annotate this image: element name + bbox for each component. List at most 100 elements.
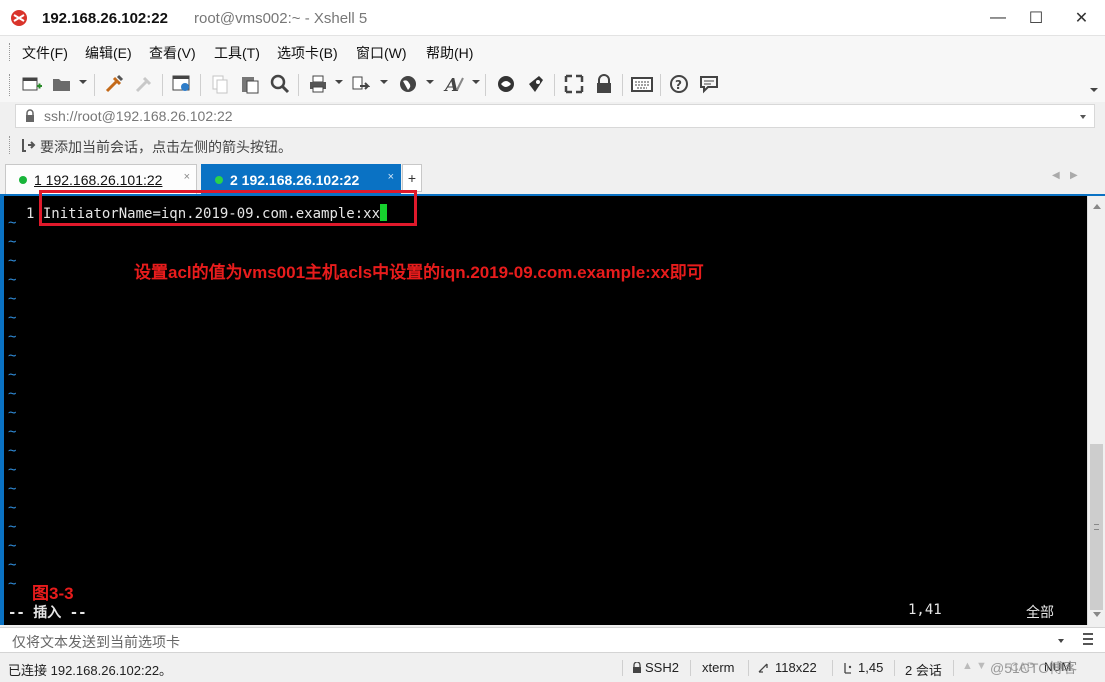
connected-status-icon [19,176,27,184]
address-dropdown-icon[interactable] [1080,115,1086,119]
toolbar: A ? [0,66,1105,102]
scrollbar-thumb[interactable] [1090,444,1103,610]
font-dropdown-icon[interactable] [472,80,480,84]
toolbar-overflow-icon[interactable] [1090,88,1098,92]
menu-grip[interactable] [9,43,11,61]
xftp-icon[interactable] [494,72,518,96]
compose-dropdown-icon[interactable] [1058,639,1064,643]
status-separator [748,660,749,676]
xshell-logo-icon [11,10,27,26]
scrollbar-grip [1094,524,1099,530]
menu-edit[interactable]: 编辑(E) [85,43,132,63]
empty-line-markers: ~ ~ ~ ~ ~ ~ ~ ~ ~ ~ ~ ~ ~ ~ ~ ~ ~ ~ ~ ~ [8,214,16,594]
copy-icon[interactable] [208,72,232,96]
maximize-button[interactable]: ☐ [1018,0,1054,36]
session-hint-bar: 要添加当前会话，点击左侧的箭头按钮。 [0,130,1105,160]
empty-line-marker: ~ [8,500,17,516]
transfer-icon[interactable] [348,72,372,96]
tab-close-icon[interactable]: × [388,171,394,183]
open-folder-icon[interactable] [50,72,74,96]
menu-tools[interactable]: 工具(T) [214,43,260,63]
properties-icon[interactable] [170,72,194,96]
status-separator [832,660,833,676]
font-icon[interactable]: A [442,72,466,96]
empty-line-marker: ~ [8,348,17,364]
scroll-down-arrow-icon[interactable]: ▼ [976,660,987,672]
toolbar-separator [554,74,555,96]
empty-line-marker: ~ [8,519,17,535]
new-tab-button[interactable]: + [402,164,422,192]
window-title-rest: root@vms002:~ - Xshell 5 [194,10,368,27]
terminal-type-status: xterm [702,660,735,675]
find-icon[interactable] [268,72,292,96]
tab-close-icon[interactable]: × [184,171,190,183]
fullscreen-icon[interactable] [562,72,586,96]
compose-input[interactable]: 仅将文本发送到当前选项卡 [12,632,180,652]
paste-icon[interactable] [238,72,262,96]
toolbar-grip[interactable] [9,74,11,96]
status-separator [690,660,691,676]
compose-menu-icon[interactable] [1083,633,1093,645]
reconnect-icon[interactable] [102,72,126,96]
print-icon[interactable] [306,72,330,96]
svg-text:A: A [443,75,459,94]
menu-tabs[interactable]: 选项卡(B) [277,43,338,63]
lock-icon[interactable] [592,72,616,96]
open-dropdown-icon[interactable] [79,80,87,84]
empty-line-marker: ~ [8,557,17,573]
menu-file[interactable]: 文件(F) [22,43,68,63]
xmanager-icon[interactable] [524,72,548,96]
hint-text: 要添加当前会话，点击左侧的箭头按钮。 [40,139,292,155]
globe-dropdown-icon[interactable] [426,80,434,84]
empty-line-marker: ~ [8,424,17,440]
lock-icon [26,109,34,122]
empty-line-marker: ~ [8,481,17,497]
empty-line-marker: ~ [8,215,17,231]
status-separator [894,660,895,676]
window-title-host: 192.168.26.102:22 [42,10,168,27]
toolbar-separator [485,74,486,96]
empty-line-marker: ~ [8,443,17,459]
compose-bar[interactable]: 仅将文本发送到当前选项卡 [0,627,1105,653]
menu-window[interactable]: 窗口(W) [356,43,407,63]
toolbar-separator [94,74,95,96]
close-button[interactable]: ✕ [1058,0,1105,36]
scroll-down-icon[interactable] [1093,612,1101,617]
transfer-dropdown-icon[interactable] [380,80,388,84]
terminal-scrollbar[interactable] [1087,196,1105,625]
terminal-area[interactable]: 1 InitiatorName=iqn.2019-09.com.example:… [0,190,1105,625]
terminal-size-status: 118x22 [775,660,817,675]
resize-icon [758,663,768,673]
status-bar: 已连接 192.168.26.102:22。 SSH2 xterm 118x22… [0,654,1105,682]
cursor-position-status: 1,45 [858,660,884,675]
annotation-text: 设置acl的值为vms001主机acls中设置的iqn.2019-09.com.… [134,263,704,282]
keyboard-icon[interactable] [630,72,654,96]
toolbar-separator [298,74,299,96]
help-icon[interactable]: ? [667,72,691,96]
menu-view[interactable]: 查看(V) [149,43,196,63]
add-session-arrow-icon[interactable] [20,137,36,153]
scroll-up-icon[interactable] [1093,204,1101,209]
cursor-position-icon [844,663,852,674]
tab-prev-icon[interactable]: ◀ [1052,170,1060,181]
address-bar[interactable]: ssh://root@192.168.26.102:22 [15,104,1095,128]
chat-icon[interactable] [697,72,721,96]
tab-next-icon[interactable]: ▶ [1070,170,1078,181]
tab-label: 2 192.168.26.102:22 [230,172,360,188]
scroll-up-arrow-icon[interactable]: ▲ [962,660,973,672]
tab-bar: 1 192.168.26.101:22 × 2 192.168.26.102:2… [0,160,1105,194]
address-input[interactable]: ssh://root@192.168.26.102:22 [44,108,233,124]
globe-icon[interactable] [396,72,420,96]
minimize-button[interactable]: — [980,0,1016,36]
disconnect-icon[interactable] [132,72,156,96]
close-icon: ✕ [1074,10,1089,27]
menu-help[interactable]: 帮助(H) [426,43,473,63]
toolbar-separator [162,74,163,96]
new-session-icon[interactable] [20,72,44,96]
vim-cursor-position: 1,41 [908,602,942,618]
empty-line-marker: ~ [8,405,17,421]
print-dropdown-icon[interactable] [335,80,343,84]
highlight-box [39,190,417,226]
status-separator [953,660,954,676]
connected-status-icon [215,176,223,184]
